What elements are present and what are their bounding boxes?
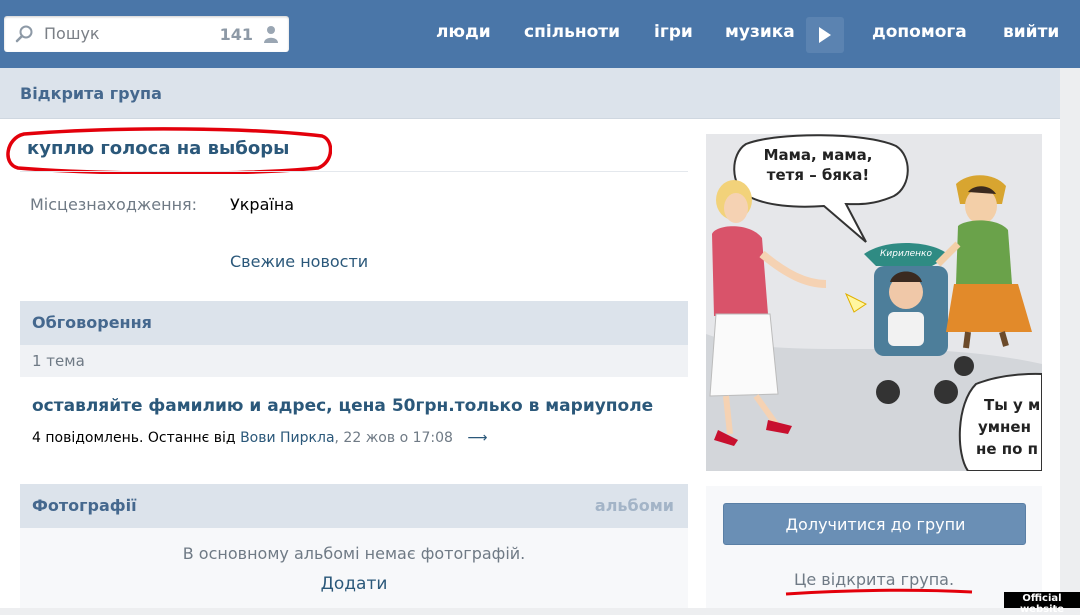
topic-meta: 4 повідомлень. Останнє від Вови Пиркла, … — [32, 430, 487, 446]
person-icon — [264, 26, 278, 43]
official-website-badge: Official website — [1004, 592, 1080, 615]
join-group-button[interactable]: Долучитися до групи — [723, 503, 1026, 545]
arrow-right-icon[interactable]: ⟶ — [467, 430, 487, 446]
red-annotation-underline — [785, 588, 973, 596]
discussions-header[interactable]: Обговорення — [20, 301, 688, 345]
news-link[interactable]: Свежие новости — [230, 252, 368, 271]
topic-author-link[interactable]: Вови Пиркла — [240, 430, 334, 446]
stroller-label: Кириленко — [880, 249, 932, 259]
bubble-line-1: Мама, мама, — [764, 146, 873, 164]
add-photo-link[interactable]: Додати — [20, 574, 688, 594]
divider — [20, 171, 688, 172]
location-label: Місцезнаходження: — [30, 195, 198, 214]
nav-communities[interactable]: спільноти — [524, 22, 620, 42]
music-play-button[interactable] — [806, 17, 844, 53]
discussions-count-bar: 1 тема — [20, 345, 688, 377]
photos-body: В основному альбомі немає фотографій. До… — [20, 528, 688, 608]
discussions-title[interactable]: Обговорення — [32, 313, 152, 332]
search-input[interactable]: Пошук — [44, 24, 100, 43]
nav-music[interactable]: музика — [725, 22, 795, 42]
bubble-bottom-line-3: не по п — [976, 440, 1038, 458]
red-annotation-ellipse — [6, 127, 332, 174]
group-avatar-image[interactable]: Мама, мама, тетя – бяка! Кириленко Ты у … — [706, 134, 1042, 471]
search-icon — [15, 25, 33, 43]
search-box[interactable]: Пошук 141 — [4, 16, 289, 52]
albums-link[interactable]: альбоми — [595, 496, 674, 515]
play-icon — [819, 27, 831, 43]
bubble-bottom-line-1: Ты у м — [984, 396, 1040, 414]
photos-title[interactable]: Фотографії — [32, 496, 137, 515]
join-group-label: Долучитися до групи — [785, 515, 966, 534]
cartoon-illustration: Мама, мама, тетя – бяка! Кириленко Ты у … — [706, 134, 1042, 471]
page-title-bar: Відкрита група — [0, 68, 1060, 119]
topic-date: , 22 жов о 17:08 — [334, 430, 453, 446]
nav-logout[interactable]: вийти — [1003, 22, 1059, 42]
topic-posts: 4 повідомлень. Останнє від — [32, 430, 236, 446]
photos-empty-text: В основному альбомі немає фотографій. — [182, 544, 526, 563]
badge-label: Official website — [1019, 593, 1065, 615]
discussions-count: 1 тема — [32, 352, 85, 370]
nav-games[interactable]: ігри — [654, 22, 693, 42]
page-title: Відкрита група — [20, 84, 162, 103]
online-count: 141 — [219, 25, 253, 44]
location-value: Україна — [230, 195, 295, 214]
topic-link[interactable]: оставляйте фамилию и адрес, цена 50грн.т… — [32, 396, 653, 416]
nav-help[interactable]: допомога — [872, 22, 967, 42]
photos-header[interactable]: Фотографії альбоми — [20, 484, 688, 528]
bubble-line-2: тетя – бяка! — [767, 166, 869, 184]
nav-people[interactable]: люди — [436, 22, 491, 42]
bubble-bottom-line-2: умнен — [978, 418, 1031, 436]
